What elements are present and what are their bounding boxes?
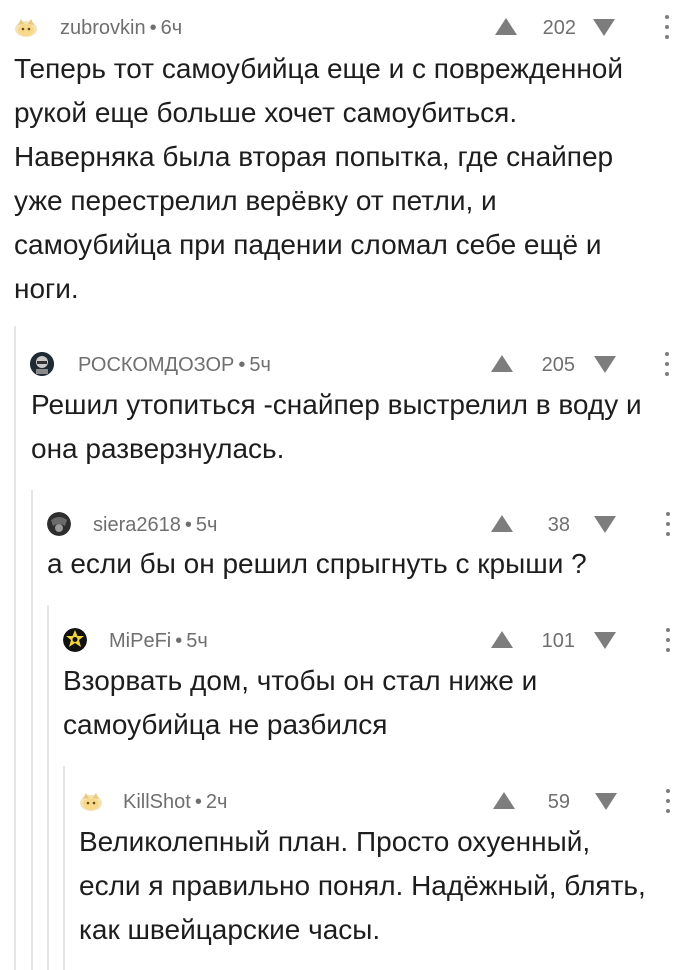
- timestamp: 5ч: [186, 630, 208, 652]
- upvote-arrow-icon[interactable]: [491, 631, 513, 648]
- timestamp: 5ч: [249, 354, 271, 376]
- thread-line[interactable]: [47, 605, 49, 970]
- downvote-arrow-icon[interactable]: [594, 356, 616, 373]
- upvote-arrow-icon[interactable]: [491, 515, 513, 532]
- upvote-arrow-icon[interactable]: [493, 792, 515, 809]
- comment-text: Великолепный план. Просто охуенный, если…: [79, 826, 646, 945]
- timestamp: 5ч: [195, 514, 218, 536]
- separator-dot: •: [149, 17, 157, 39]
- comment-meta: siera2618 • 5ч: [93, 513, 217, 537]
- comment-header: KillShot • 2ч 59: [63, 788, 700, 818]
- comment-meta: KillShot • 2ч: [123, 790, 227, 814]
- comment-header: siera2618 • 5ч 38: [31, 511, 700, 541]
- comment-text: Взорвать дом, чтобы он стал ниже и самоу…: [63, 665, 538, 740]
- comment-meta: zubrovkin • 6ч: [60, 16, 182, 40]
- comment-meta: РОСКОМДОЗОР • 5ч: [78, 353, 271, 377]
- more-options-icon[interactable]: [662, 15, 672, 39]
- thread-line[interactable]: [14, 326, 16, 970]
- downvote-arrow-icon[interactable]: [594, 632, 616, 649]
- cat-avatar-icon[interactable]: [14, 15, 38, 39]
- comment-reply: KillShot • 2ч 59 Великолепный план. Просто…: [63, 766, 700, 970]
- yellow-badge-avatar-icon[interactable]: [63, 628, 87, 652]
- rating-count: 59: [547, 791, 570, 813]
- comment-meta: MiPeFi • 5ч: [109, 629, 208, 653]
- comment: zubrovkin • 6ч 202 Теперь тот самоубийца е…: [0, 0, 700, 316]
- rating-count: 38: [547, 514, 570, 536]
- separator-dot: •: [194, 791, 202, 813]
- comment-text: Решил утопиться -снайпер выстрелил в вод…: [31, 389, 642, 464]
- comment-header: MiPeFi • 5ч 101: [47, 627, 700, 657]
- timestamp: 6ч: [160, 17, 183, 39]
- upvote-arrow-icon[interactable]: [495, 18, 517, 35]
- more-options-icon[interactable]: [663, 789, 673, 813]
- username[interactable]: MiPeFi: [109, 630, 171, 652]
- separator-dot: •: [175, 630, 183, 652]
- username[interactable]: РОСКОМДОЗОР: [78, 354, 234, 376]
- roskomdozor-avatar-icon[interactable]: [30, 352, 54, 376]
- comment-text: а если бы он решил спрыгнуть с крыши ?: [47, 548, 587, 579]
- more-options-icon[interactable]: [663, 628, 673, 652]
- username[interactable]: KillShot: [123, 791, 191, 813]
- more-options-icon[interactable]: [663, 512, 673, 536]
- separator-dot: •: [184, 514, 192, 536]
- upvote-arrow-icon[interactable]: [491, 355, 513, 372]
- cat-avatar-icon[interactable]: [79, 789, 103, 813]
- username[interactable]: siera2618: [93, 514, 181, 536]
- more-options-icon[interactable]: [662, 352, 672, 376]
- dark-avatar-icon[interactable]: [47, 512, 71, 536]
- rating-count: 202: [542, 17, 576, 39]
- comment-text: Теперь тот самоубийца еще и с поврежденн…: [14, 53, 624, 304]
- rating-count: 101: [541, 630, 575, 652]
- thread-line[interactable]: [31, 490, 33, 970]
- downvote-arrow-icon[interactable]: [594, 516, 616, 533]
- comment-header: zubrovkin • 6ч 202: [0, 14, 700, 44]
- rating-count: 205: [541, 354, 575, 376]
- downvote-arrow-icon[interactable]: [593, 19, 615, 36]
- downvote-arrow-icon[interactable]: [595, 793, 617, 810]
- username[interactable]: zubrovkin: [60, 17, 146, 39]
- timestamp: 2ч: [205, 791, 228, 813]
- separator-dot: •: [238, 354, 246, 376]
- comment-header: РОСКОМДОЗОР • 5ч 205: [14, 351, 700, 381]
